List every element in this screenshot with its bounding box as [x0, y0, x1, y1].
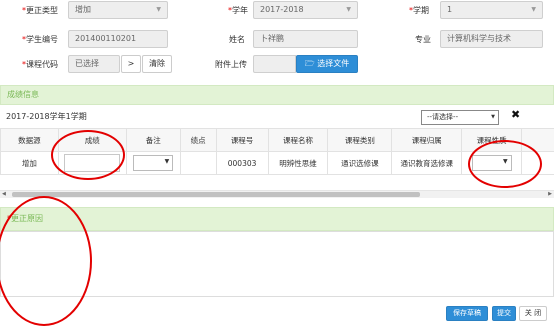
score-section-title: 成绩信息	[7, 90, 39, 99]
scroll-right-icon[interactable]: ▶	[548, 191, 552, 197]
term-text: 2017-2018学年1学期	[6, 112, 87, 121]
major-label: 专业	[415, 35, 431, 44]
scrollbar-thumb[interactable]	[12, 192, 420, 197]
course-nature-select[interactable]: ▼	[471, 155, 512, 171]
column-header: 备注	[125, 128, 181, 152]
column-header: 课程名称	[267, 128, 329, 152]
correction-type-select[interactable]: 增加 ▼	[68, 1, 168, 19]
term-filter-select[interactable]: --请选择-- ▼	[421, 110, 499, 125]
chevron-down-icon: ▼	[346, 6, 351, 13]
column-header: 课程号	[215, 128, 269, 152]
remark-cell: ▼	[125, 151, 181, 175]
course-belong-cell: 通识教育选修课	[391, 151, 463, 175]
horizontal-scrollbar[interactable]: ◀ ▶	[0, 190, 554, 198]
major-field[interactable]: 计算机科学与技术	[440, 30, 543, 48]
table-row: 增加 ▼ 000303 明辨性思维 通识选修课 通识教育选修课 ▼	[0, 151, 554, 175]
reason-section-title: 更正原因	[11, 214, 43, 223]
select-course-button[interactable]: >	[121, 55, 141, 73]
chevron-down-icon: ▼	[164, 158, 170, 165]
score-cell	[57, 151, 127, 175]
course-nature-cell: ▼	[461, 151, 523, 175]
column-header: 成绩	[57, 128, 127, 152]
school-year-label: *学年	[228, 6, 248, 15]
extra-cell	[521, 151, 554, 175]
course-no-cell: 000303	[215, 151, 269, 175]
choose-file-label: 选择文件	[317, 59, 350, 68]
score-section-header: 成绩信息	[0, 85, 554, 105]
column-header: 数据源	[0, 128, 59, 152]
student-id-label: *学生编号	[22, 35, 58, 44]
name-label: 姓名	[229, 35, 245, 44]
reason-textarea[interactable]	[0, 231, 554, 297]
column-header: 课程类别	[327, 128, 393, 152]
column-header: 课程归属	[391, 128, 463, 152]
semester-select[interactable]: 1 ▼	[440, 1, 543, 19]
score-table: 数据源 成绩 备注 绩点 课程号 课程名称 课程类别 课程归属 课程性质 增加 …	[0, 128, 554, 175]
attachment-filename-field[interactable]	[253, 55, 296, 73]
clear-course-button[interactable]: 清除	[142, 55, 172, 73]
column-header-extra	[521, 128, 554, 152]
name-field[interactable]: 卜祥鹏	[253, 30, 358, 48]
course-name-cell: 明辨性思维	[267, 151, 329, 175]
gpa-cell	[179, 151, 217, 175]
chevron-down-icon: ▼	[491, 114, 495, 120]
close-icon[interactable]: ✖	[511, 108, 520, 121]
scroll-left-icon[interactable]: ◀	[2, 191, 6, 197]
semester-label: *学期	[409, 6, 429, 15]
column-header: 课程性质	[461, 128, 523, 152]
submit-button[interactable]: 提交	[492, 306, 516, 321]
reason-section-header: *更正原因	[0, 207, 554, 231]
chevron-down-icon: ▼	[531, 6, 536, 13]
column-header: 绩点	[179, 128, 217, 152]
course-category-cell: 通识选修课	[327, 151, 393, 175]
remark-select[interactable]: ▼	[133, 155, 174, 171]
score-input[interactable]	[64, 154, 121, 172]
choose-file-button[interactable]: 🗁 选择文件	[296, 55, 358, 73]
folder-open-icon: 🗁	[304, 59, 315, 68]
correction-type-label: *更正类型	[22, 6, 58, 15]
close-button[interactable]: 关 闭	[519, 306, 547, 321]
chevron-down-icon: ▼	[503, 158, 508, 165]
save-draft-button[interactable]: 保存草稿	[446, 306, 488, 321]
attachment-label: 附件上传	[215, 60, 247, 69]
student-id-field[interactable]: 201400110201	[68, 30, 168, 48]
course-code-field[interactable]: 已选择	[68, 55, 120, 73]
course-code-label: *课程代码	[22, 60, 58, 69]
school-year-select[interactable]: 2017-2018 ▼	[253, 1, 358, 19]
data-source-cell: 增加	[0, 151, 59, 175]
chevron-down-icon: ▼	[156, 6, 161, 13]
